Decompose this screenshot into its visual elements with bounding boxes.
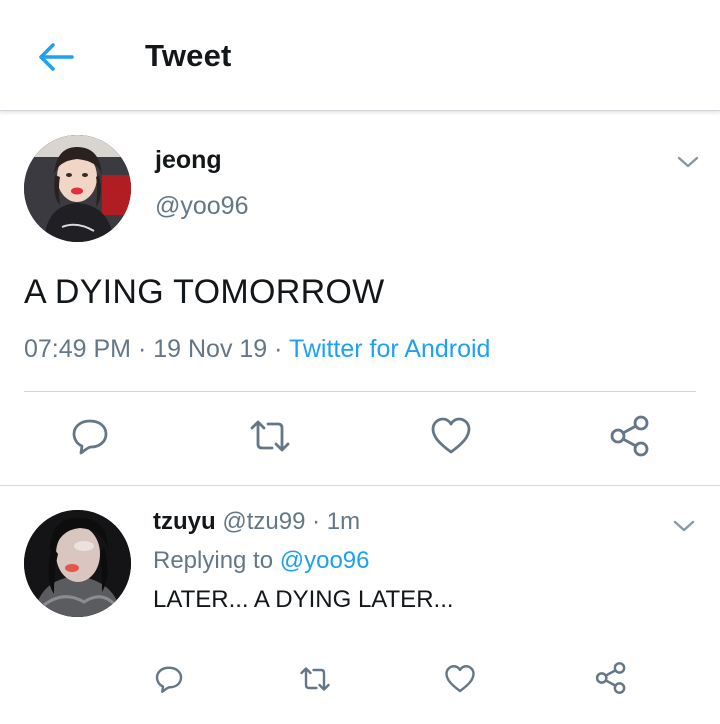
comment-icon bbox=[155, 666, 183, 693]
user-handle[interactable]: @tzu99 bbox=[222, 508, 305, 535]
tweet-text: A DYING TOMORROW bbox=[24, 273, 385, 311]
avatar[interactable] bbox=[24, 510, 131, 617]
divider bbox=[24, 391, 696, 392]
share-button[interactable] bbox=[608, 414, 652, 458]
profile-photo bbox=[24, 135, 131, 242]
share-icon bbox=[595, 662, 626, 694]
reply-header: tzuyu @tzu99 · 1m bbox=[153, 508, 360, 536]
retweet-icon bbox=[250, 420, 290, 452]
comment-icon bbox=[72, 419, 108, 455]
back-button[interactable] bbox=[36, 37, 76, 77]
tweet-options-button[interactable] bbox=[676, 152, 700, 172]
share-button[interactable] bbox=[594, 661, 628, 695]
tweet-text: LATER... A DYING LATER... bbox=[153, 586, 454, 613]
tweet-options-button[interactable] bbox=[672, 516, 696, 536]
mention-link[interactable]: @yoo96 bbox=[280, 547, 370, 574]
tweet-time: 07:49 PM bbox=[24, 335, 132, 363]
tweet-time-ago: 1m bbox=[326, 508, 361, 535]
heart-icon bbox=[431, 417, 471, 454]
retweet-button[interactable] bbox=[297, 664, 333, 694]
profile-photo bbox=[24, 510, 131, 617]
reply-button[interactable] bbox=[70, 416, 110, 456]
meta-separator: · bbox=[131, 335, 154, 363]
avatar[interactable] bbox=[24, 135, 131, 242]
retweet-icon bbox=[300, 667, 330, 691]
section-divider bbox=[0, 485, 720, 486]
top-app-bar: Tweet bbox=[0, 0, 720, 111]
like-button[interactable] bbox=[430, 416, 472, 456]
tweet-date: 19 Nov 19 bbox=[153, 335, 268, 363]
like-button[interactable] bbox=[444, 664, 476, 694]
display-name[interactable]: jeong bbox=[155, 146, 222, 175]
chevron-down-icon bbox=[673, 520, 695, 532]
meta-separator: · bbox=[267, 335, 289, 363]
page-title: Tweet bbox=[145, 38, 232, 73]
arrow-left-icon bbox=[39, 43, 74, 71]
display-name[interactable]: tzuyu bbox=[153, 508, 216, 535]
retweet-button[interactable] bbox=[246, 416, 294, 456]
replying-to: Replying to @yoo96 bbox=[153, 547, 370, 575]
replying-label: Replying to bbox=[153, 547, 274, 574]
user-handle[interactable]: @yoo96 bbox=[155, 192, 249, 221]
meta-separator: · bbox=[305, 508, 327, 535]
heart-icon bbox=[445, 665, 475, 693]
tweet-source-link[interactable]: Twitter for Android bbox=[289, 335, 490, 363]
chevron-down-icon bbox=[677, 156, 699, 168]
share-icon bbox=[610, 415, 649, 457]
reply-button[interactable] bbox=[154, 664, 184, 694]
tweet-meta: 07:49 PM · 19 Nov 19 · Twitter for Andro… bbox=[24, 335, 490, 364]
